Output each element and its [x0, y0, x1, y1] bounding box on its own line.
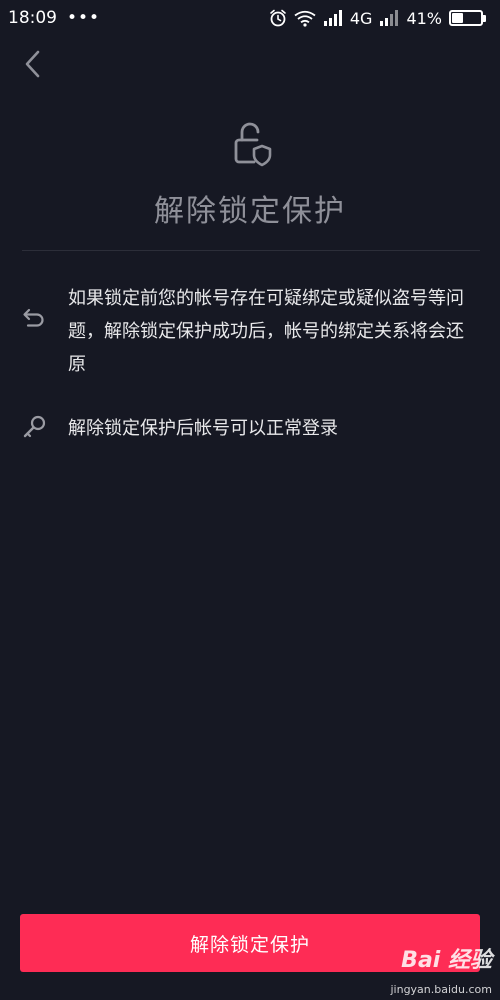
- watermark-url: jingyan.baidu.com: [390, 983, 492, 996]
- notification-dots: •••: [67, 8, 101, 28]
- lock-protection-screen: 18:09 ••• 4G 41% 解除锁定保护 如果锁定前您的帐号存在可疑绑定或…: [0, 0, 500, 1000]
- unlock-shield-icon: [234, 122, 272, 167]
- key-icon: [23, 415, 46, 438]
- info-item-text: 解除锁定保护后帐号可以正常登录: [68, 418, 338, 439]
- battery-icon: [449, 10, 486, 26]
- signal-icon-secondary: [380, 10, 399, 26]
- chevron-left-icon: [25, 50, 40, 78]
- status-bar-left: 18:09 •••: [8, 8, 100, 28]
- battery-percent: 41%: [406, 8, 442, 28]
- watermark-logo: Bai 经验: [401, 948, 492, 973]
- info-item-text: 如果锁定前您的帐号存在可疑绑定或疑似盗号等问题，解除锁定保护成功后，帐号的绑定关…: [68, 288, 464, 375]
- status-time: 18:09: [8, 8, 57, 28]
- info-item-icon-wrap: [22, 282, 68, 381]
- network-type: 4G: [349, 8, 373, 28]
- signal-icon: [323, 10, 342, 26]
- battery-fill: [452, 13, 464, 23]
- divider: [22, 250, 480, 251]
- baidu-jingyan-watermark: Bai 经验 jingyan.baidu.com: [384, 940, 494, 996]
- undo-arrow-icon: [23, 308, 44, 327]
- alarm-icon: [270, 9, 286, 27]
- info-item-normal-login: 解除锁定保护后帐号可以正常登录: [22, 412, 482, 445]
- wifi-icon: [294, 10, 316, 27]
- page-title: 解除锁定保护: [154, 194, 346, 229]
- info-item-restore-binding: 如果锁定前您的帐号存在可疑绑定或疑似盗号等问题，解除锁定保护成功后，帐号的绑定关…: [22, 282, 482, 381]
- back-button[interactable]: [14, 44, 50, 84]
- info-item-icon-wrap: [22, 412, 68, 445]
- battery-cap: [483, 14, 486, 22]
- battery-body: [449, 10, 483, 26]
- status-bar: 18:09 ••• 4G 41%: [0, 0, 500, 36]
- status-bar-right: 4G 41%: [269, 9, 486, 28]
